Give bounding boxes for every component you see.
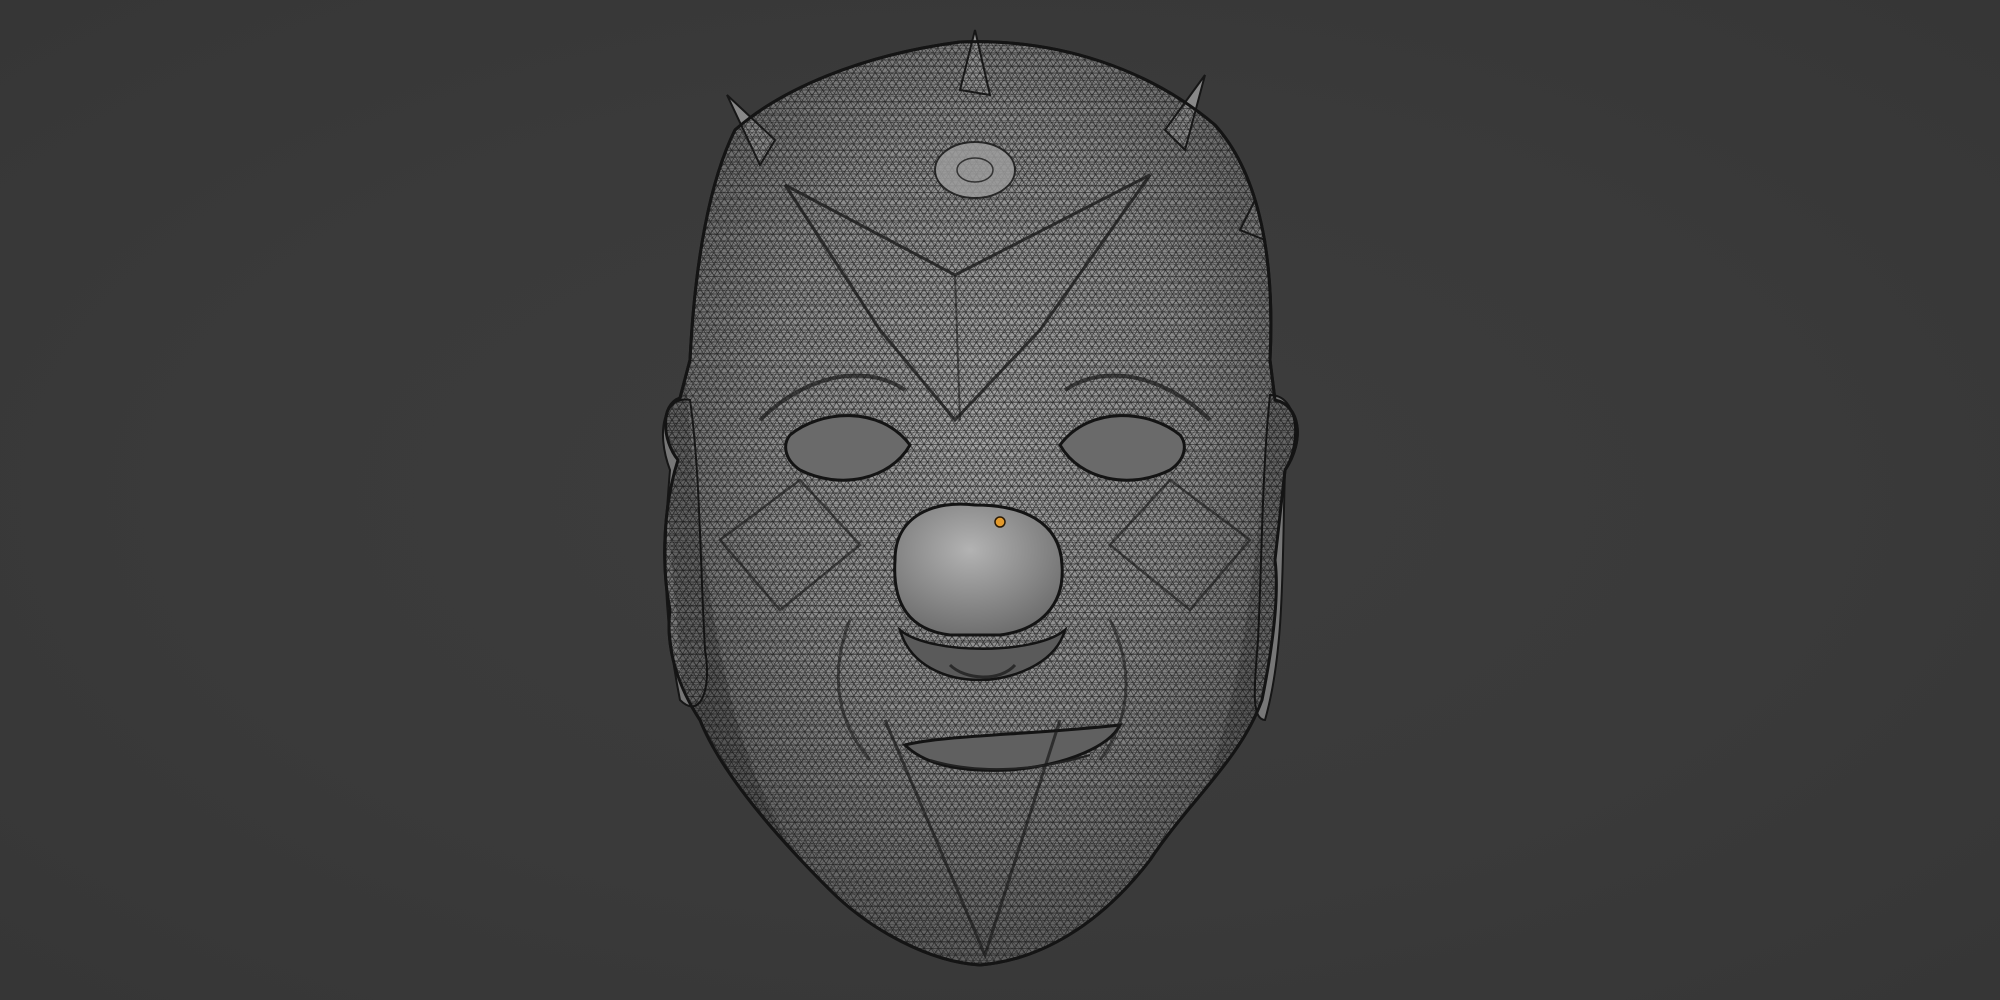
clown-head-mesh-icon[interactable] [640,20,1320,980]
forehead-bump [934,141,1016,199]
3d-viewport[interactable] [0,0,2000,1000]
clown-nose [893,502,1064,637]
object-origin-icon[interactable] [994,516,1006,528]
viewport-canvas[interactable] [0,0,2000,1000]
